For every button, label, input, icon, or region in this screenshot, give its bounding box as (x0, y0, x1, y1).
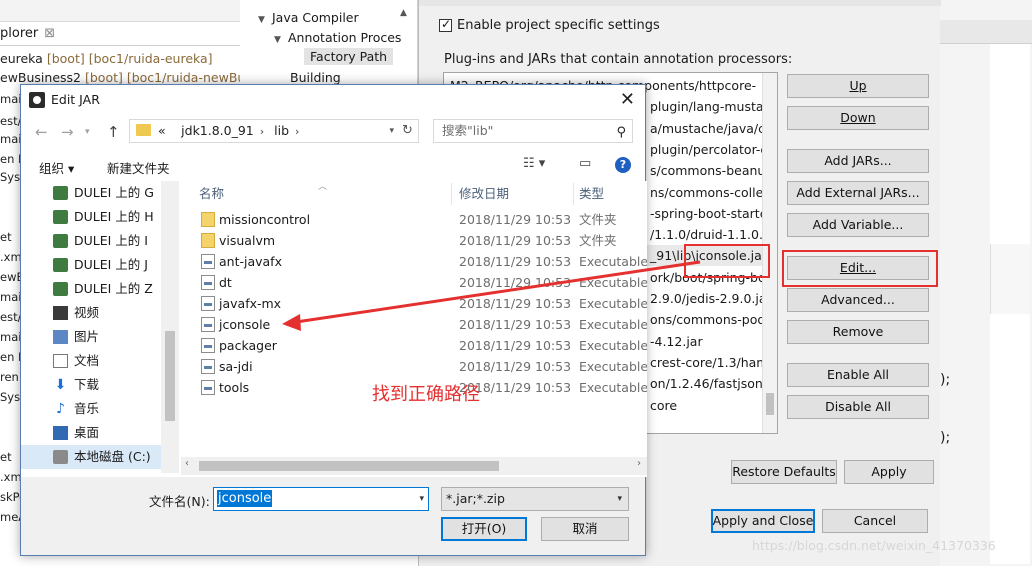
watermark: https://blog.csdn.net/weixin_41370336 (752, 538, 996, 553)
annotation-text: 找到正确路径 (372, 384, 480, 405)
highlight-jconsole-entry (684, 244, 770, 278)
highlight-edit-button (782, 250, 938, 287)
